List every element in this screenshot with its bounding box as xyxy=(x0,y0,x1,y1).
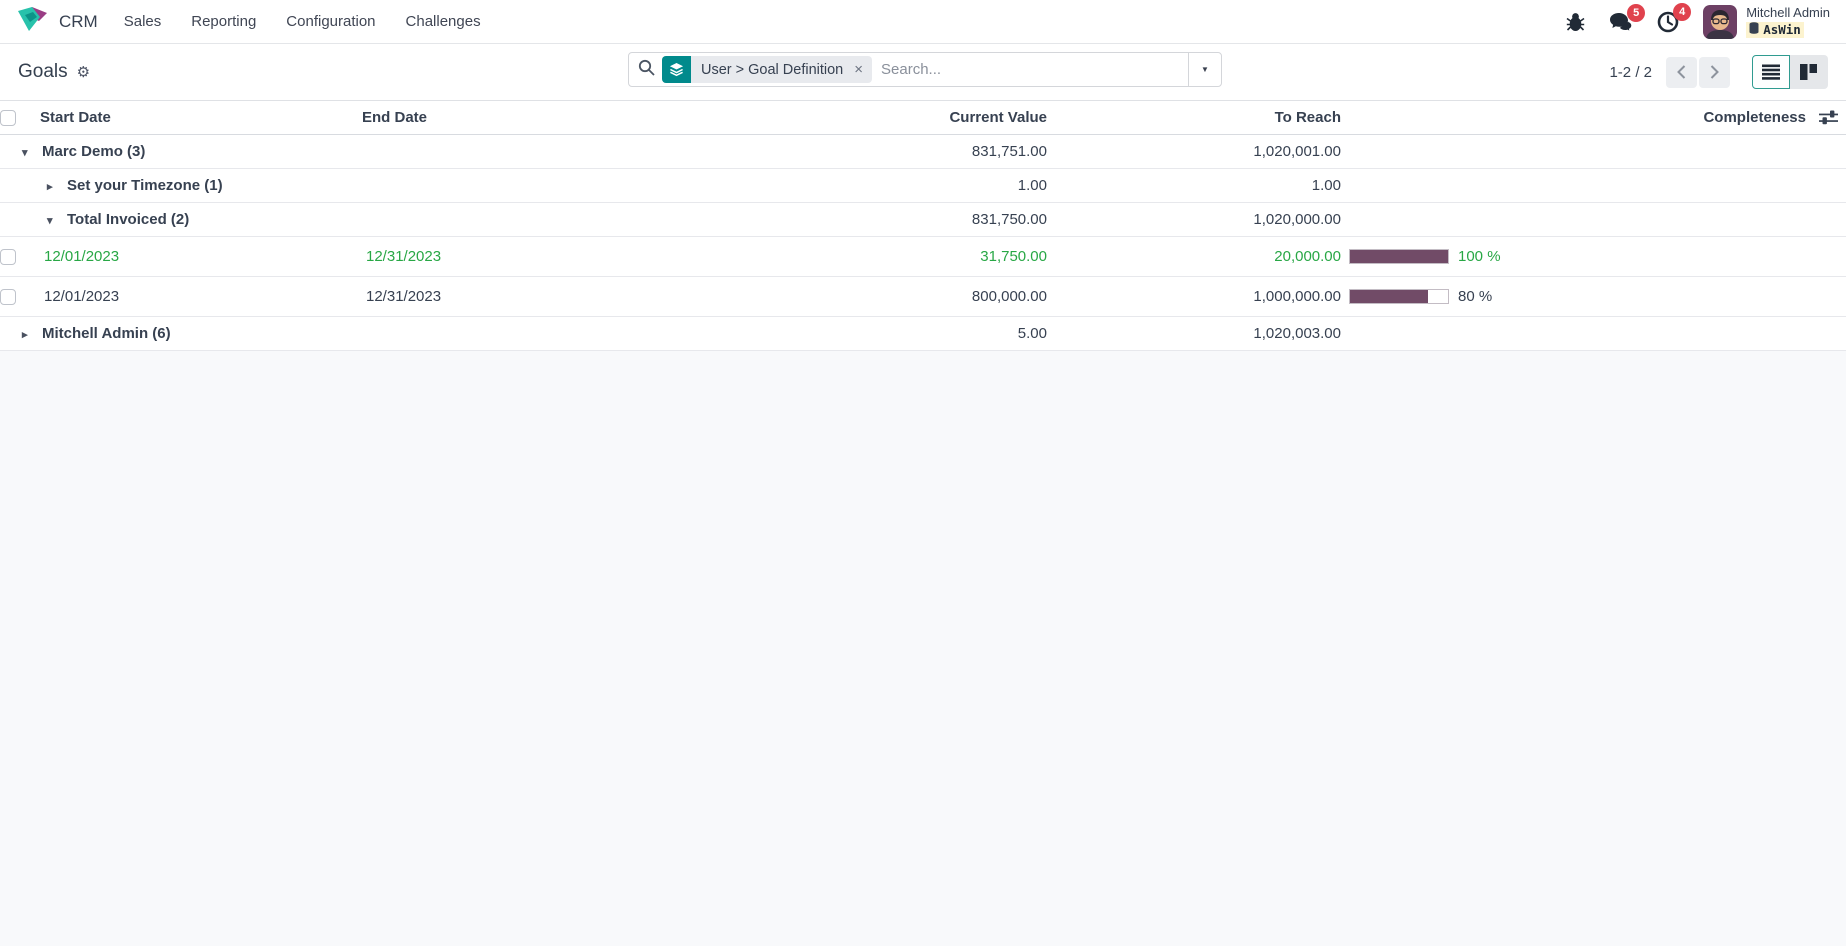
kanban-view-icon[interactable] xyxy=(1790,55,1828,89)
activities-clock-icon[interactable]: 4 xyxy=(1657,11,1679,33)
to-reach-cell: 20,000.00 xyxy=(1047,237,1341,277)
group-to-reach: 1,020,000.00 xyxy=(1047,203,1341,237)
messages-icon[interactable]: 5 xyxy=(1609,12,1633,32)
completeness-label: 100 % xyxy=(1458,248,1501,265)
database-badge: AsWin xyxy=(1746,22,1804,38)
search-facet: User > Goal Definition × xyxy=(662,56,872,83)
completeness-progressbar xyxy=(1349,289,1449,304)
user-menu[interactable]: Mitchell Admin AsWin xyxy=(1703,5,1830,39)
current-value-cell: 800,000.00 xyxy=(682,277,1047,317)
group-to-reach: 1.00 xyxy=(1047,169,1341,203)
group-current-value: 5.00 xyxy=(682,317,1047,351)
menu-configuration[interactable]: Configuration xyxy=(286,13,375,30)
facet-label: User > Goal Definition xyxy=(691,56,852,83)
debug-bug-icon[interactable] xyxy=(1566,12,1585,32)
group-to-reach: 1,020,003.00 xyxy=(1047,317,1341,351)
completeness-label: 80 % xyxy=(1458,288,1492,305)
top-navbar: CRM Sales Reporting Configuration Challe… xyxy=(0,0,1846,44)
database-icon xyxy=(1749,22,1759,38)
row-checkbox[interactable] xyxy=(0,289,16,305)
pager-next-icon[interactable] xyxy=(1699,57,1730,88)
caret-right-icon[interactable]: ▸ xyxy=(47,180,60,193)
col-header-completeness[interactable]: Completeness xyxy=(1703,109,1806,126)
col-header-current-value[interactable]: Current Value xyxy=(682,101,1047,135)
page-title: Goals xyxy=(18,61,68,83)
avatar xyxy=(1703,5,1737,39)
systray: 5 4 Mitchell Admin xyxy=(1566,5,1830,39)
caret-right-icon[interactable]: ▸ xyxy=(22,328,35,341)
group-row-set-your-timezone[interactable]: ▸Set your Timezone (1) 1.00 1.00 xyxy=(0,169,1846,203)
search-input[interactable] xyxy=(881,61,1188,78)
menu-sales[interactable]: Sales xyxy=(124,13,162,30)
end-date-cell: 12/31/2023 xyxy=(362,237,682,277)
search-icon xyxy=(638,59,655,81)
optional-columns-icon[interactable] xyxy=(1819,110,1838,125)
select-all-checkbox[interactable] xyxy=(0,110,16,126)
activities-badge: 4 xyxy=(1673,3,1691,21)
app-logo-icon xyxy=(16,5,50,38)
search-bar: User > Goal Definition × ▼ xyxy=(628,52,1222,87)
search-dropdown-icon[interactable]: ▼ xyxy=(1188,53,1221,86)
app-name[interactable]: CRM xyxy=(59,12,98,32)
nav-menus: Sales Reporting Configuration Challenges xyxy=(124,13,481,30)
header-row: Start Date End Date Current Value To Rea… xyxy=(0,101,1846,135)
database-name: AsWin xyxy=(1763,22,1801,38)
pager: 1-2 / 2 xyxy=(1609,64,1652,81)
menu-reporting[interactable]: Reporting xyxy=(191,13,256,30)
to-reach-cell: 1,000,000.00 xyxy=(1047,277,1341,317)
goals-list: Start Date End Date Current Value To Rea… xyxy=(0,100,1846,351)
group-row-marc-demo[interactable]: ▾Marc Demo (3) 831,751.00 1,020,001.00 xyxy=(0,135,1846,169)
action-gear-icon[interactable]: ⚙ xyxy=(77,65,90,80)
user-names: Mitchell Admin AsWin xyxy=(1746,5,1830,39)
group-current-value: 1.00 xyxy=(682,169,1047,203)
start-date-cell: 12/01/2023 xyxy=(40,277,362,317)
group-current-value: 831,750.00 xyxy=(682,203,1047,237)
completeness-progressbar xyxy=(1349,249,1449,264)
goal-record-row[interactable]: 12/01/2023 12/31/2023 31,750.00 20,000.0… xyxy=(0,237,1846,277)
group-current-value: 831,751.00 xyxy=(682,135,1047,169)
messages-badge: 5 xyxy=(1627,4,1645,22)
group-row-total-invoiced[interactable]: ▾Total Invoiced (2) 831,750.00 1,020,000… xyxy=(0,203,1846,237)
row-checkbox[interactable] xyxy=(0,249,16,265)
col-header-end-date[interactable]: End Date xyxy=(362,101,682,135)
user-name: Mitchell Admin xyxy=(1746,5,1830,22)
start-date-cell: 12/01/2023 xyxy=(40,237,362,277)
group-row-mitchell-admin[interactable]: ▸Mitchell Admin (6) 5.00 1,020,003.00 xyxy=(0,317,1846,351)
goal-record-row[interactable]: 12/01/2023 12/31/2023 800,000.00 1,000,0… xyxy=(0,277,1846,317)
caret-down-icon[interactable]: ▾ xyxy=(47,214,60,227)
end-date-cell: 12/31/2023 xyxy=(362,277,682,317)
facet-close-icon[interactable]: × xyxy=(852,56,872,83)
col-header-to-reach[interactable]: To Reach xyxy=(1047,101,1341,135)
current-value-cell: 31,750.00 xyxy=(682,237,1047,277)
groupby-layers-icon xyxy=(662,56,691,83)
view-switcher xyxy=(1752,55,1828,89)
col-header-start-date[interactable]: Start Date xyxy=(40,101,362,135)
caret-down-icon[interactable]: ▾ xyxy=(22,146,35,159)
app-brand[interactable]: CRM xyxy=(16,5,98,38)
pager-previous-icon[interactable] xyxy=(1666,57,1697,88)
group-to-reach: 1,020,001.00 xyxy=(1047,135,1341,169)
menu-challenges[interactable]: Challenges xyxy=(406,13,481,30)
list-view-icon[interactable] xyxy=(1752,55,1790,89)
control-panel: Goals ⚙ User > Goal Definition × ▼ 1-2 /… xyxy=(0,44,1846,100)
